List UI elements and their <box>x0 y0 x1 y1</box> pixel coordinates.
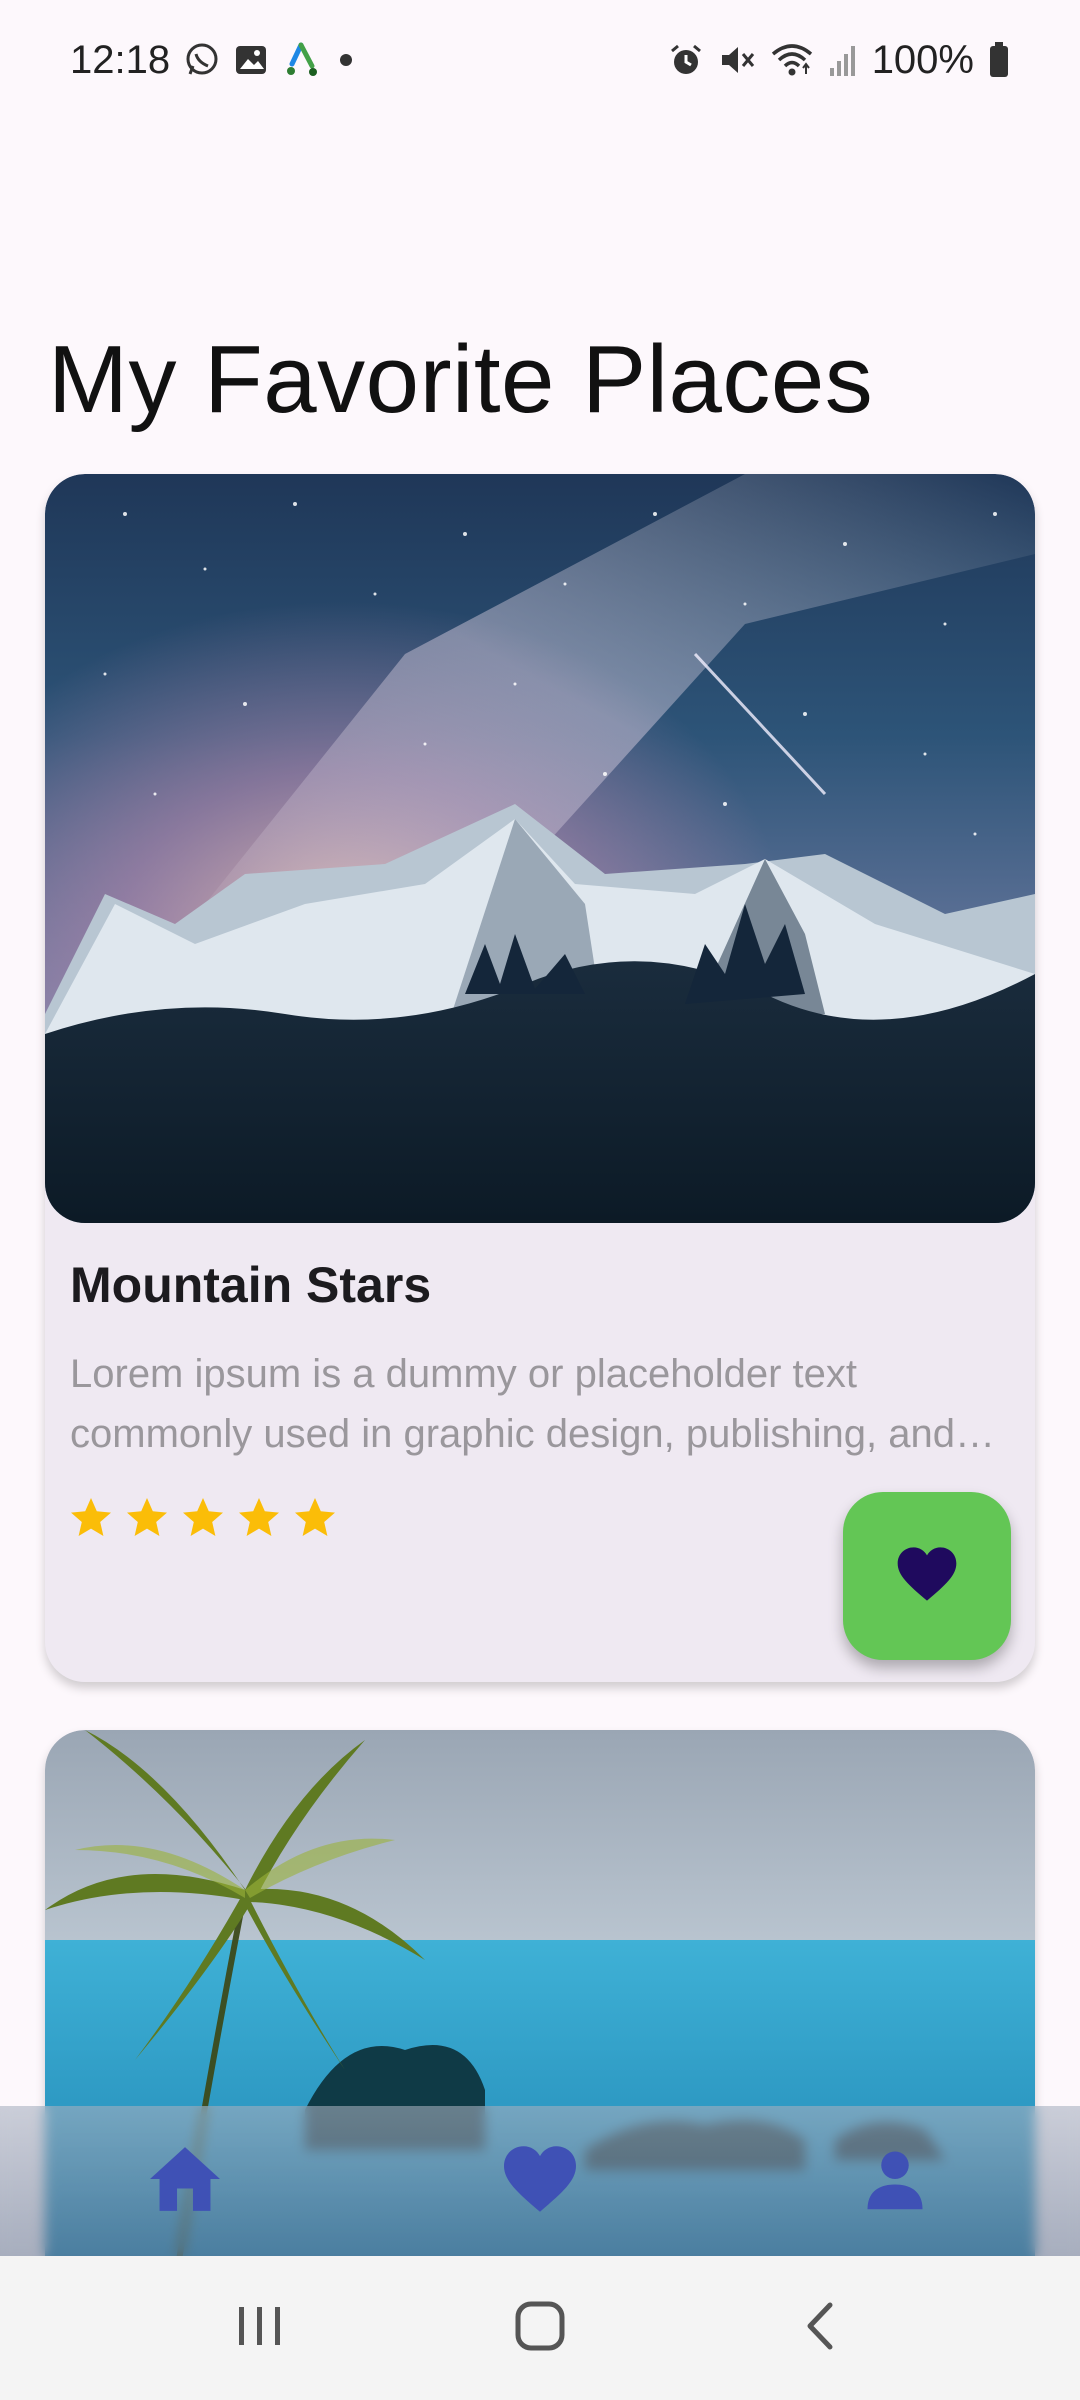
home-icon <box>146 2144 224 2219</box>
page-title: My Favorite Places <box>48 326 874 433</box>
card-image-mountains <box>45 474 1035 1223</box>
status-bar: 12:18 100% <box>0 0 1080 120</box>
star-rating <box>67 1494 339 1542</box>
home-circle-icon <box>514 2300 566 2357</box>
star-icon <box>179 1494 227 1542</box>
mute-icon <box>718 42 756 78</box>
star-icon <box>291 1494 339 1542</box>
card-description: Lorem ipsum is a dummy or placeholder te… <box>70 1352 955 1456</box>
heart-icon <box>895 1544 959 1609</box>
nav-favorites[interactable] <box>495 2136 585 2226</box>
nav-profile[interactable] <box>850 2136 940 2226</box>
status-left: 12:18 <box>70 38 668 83</box>
favorite-button[interactable] <box>843 1492 1011 1660</box>
dot-icon <box>334 48 358 72</box>
battery-icon <box>988 41 1010 79</box>
app-icon <box>282 42 320 78</box>
whatsapp-icon <box>184 42 220 78</box>
battery-percent: 100% <box>871 37 974 82</box>
home-nav-button[interactable] <box>495 2283 585 2373</box>
wifi-icon <box>770 42 814 78</box>
signal-icon <box>828 42 858 78</box>
back-icon <box>802 2301 838 2356</box>
status-right: 100% <box>668 38 1010 83</box>
heart-icon <box>499 2143 581 2220</box>
gallery-icon <box>234 43 268 77</box>
star-icon <box>123 1494 171 1542</box>
star-icon <box>235 1494 283 1542</box>
status-time: 12:18 <box>70 37 171 82</box>
recents-icon <box>235 2303 285 2354</box>
bottom-nav <box>0 2106 1080 2256</box>
back-button[interactable] <box>775 2283 865 2373</box>
star-icon <box>67 1494 115 1542</box>
nav-home[interactable] <box>140 2136 230 2226</box>
place-card[interactable]: Mountain Stars Lorem ipsum is a dummy or… <box>45 474 1035 1682</box>
person-icon <box>862 2146 928 2217</box>
card-title: Mountain Stars <box>70 1257 432 1313</box>
recents-button[interactable] <box>215 2283 305 2373</box>
alarm-icon <box>668 42 704 78</box>
system-nav-bar <box>0 2256 1080 2400</box>
